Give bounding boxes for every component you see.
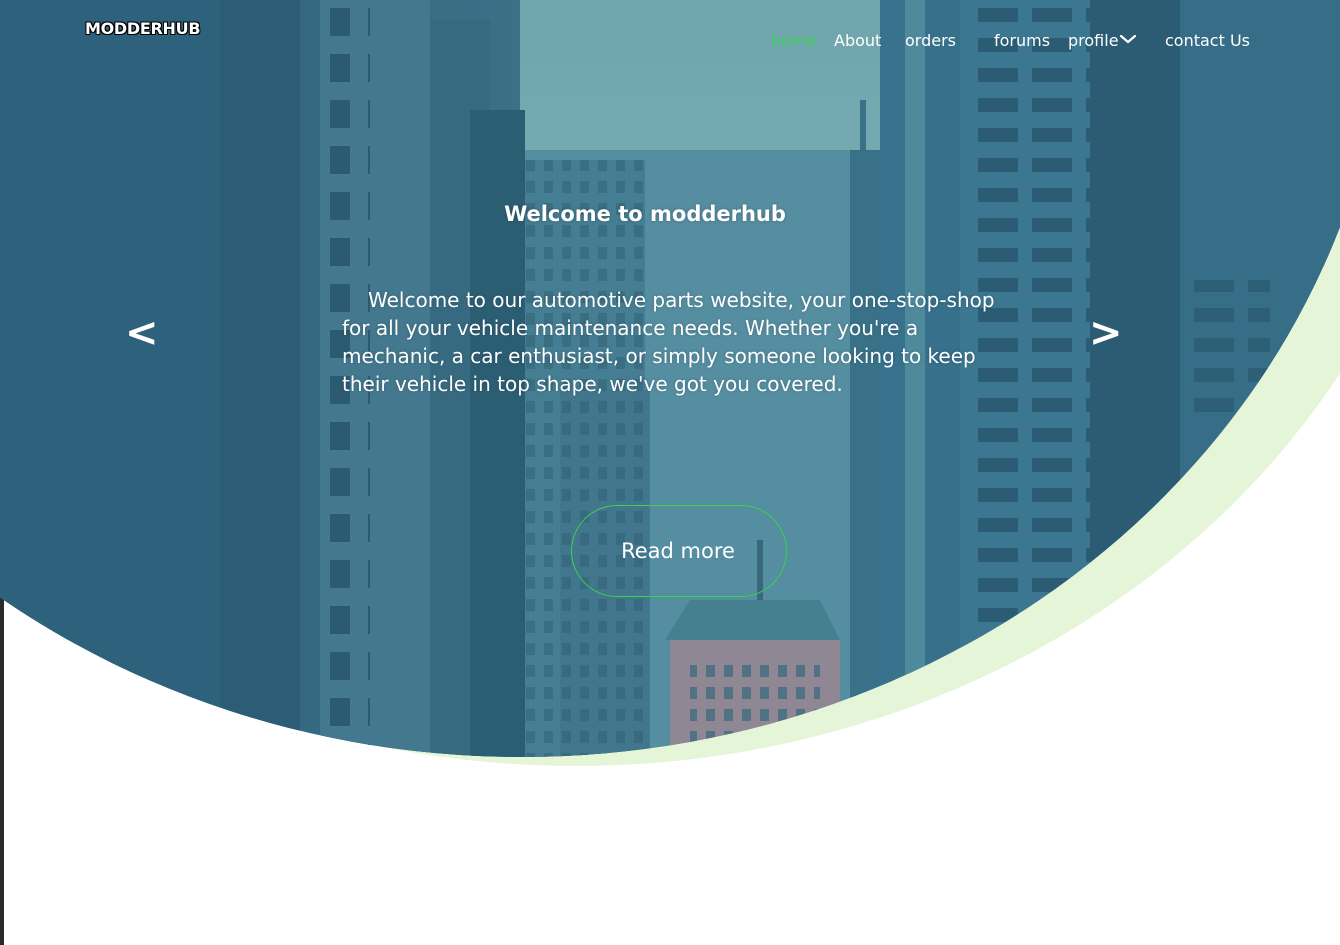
hero-title: Welcome to modderhub — [504, 202, 786, 226]
carousel-next-arrow[interactable]: > — [1089, 313, 1123, 353]
top-navigation: MODDERHUB home About orders forums profi… — [0, 0, 1340, 80]
read-more-label: Read more — [621, 539, 735, 563]
nav-forums[interactable]: forums — [994, 31, 1050, 50]
nav-about[interactable]: About — [834, 31, 881, 50]
nav-home[interactable]: home — [771, 31, 816, 50]
read-more-button[interactable]: Read more — [571, 505, 787, 597]
hero-description: Welcome to our automotive parts website,… — [342, 288, 995, 396]
brand-logo[interactable]: MODDERHUB — [85, 19, 201, 38]
chevron-down-icon[interactable] — [1119, 33, 1137, 45]
carousel-prev-arrow[interactable]: < — [125, 313, 159, 353]
nav-profile[interactable]: profile — [1068, 31, 1119, 50]
nav-contact-us[interactable]: contact Us — [1165, 31, 1250, 50]
landing-page: MODDERHUB home About orders forums profi… — [0, 0, 1340, 945]
nav-orders[interactable]: orders — [905, 31, 956, 50]
